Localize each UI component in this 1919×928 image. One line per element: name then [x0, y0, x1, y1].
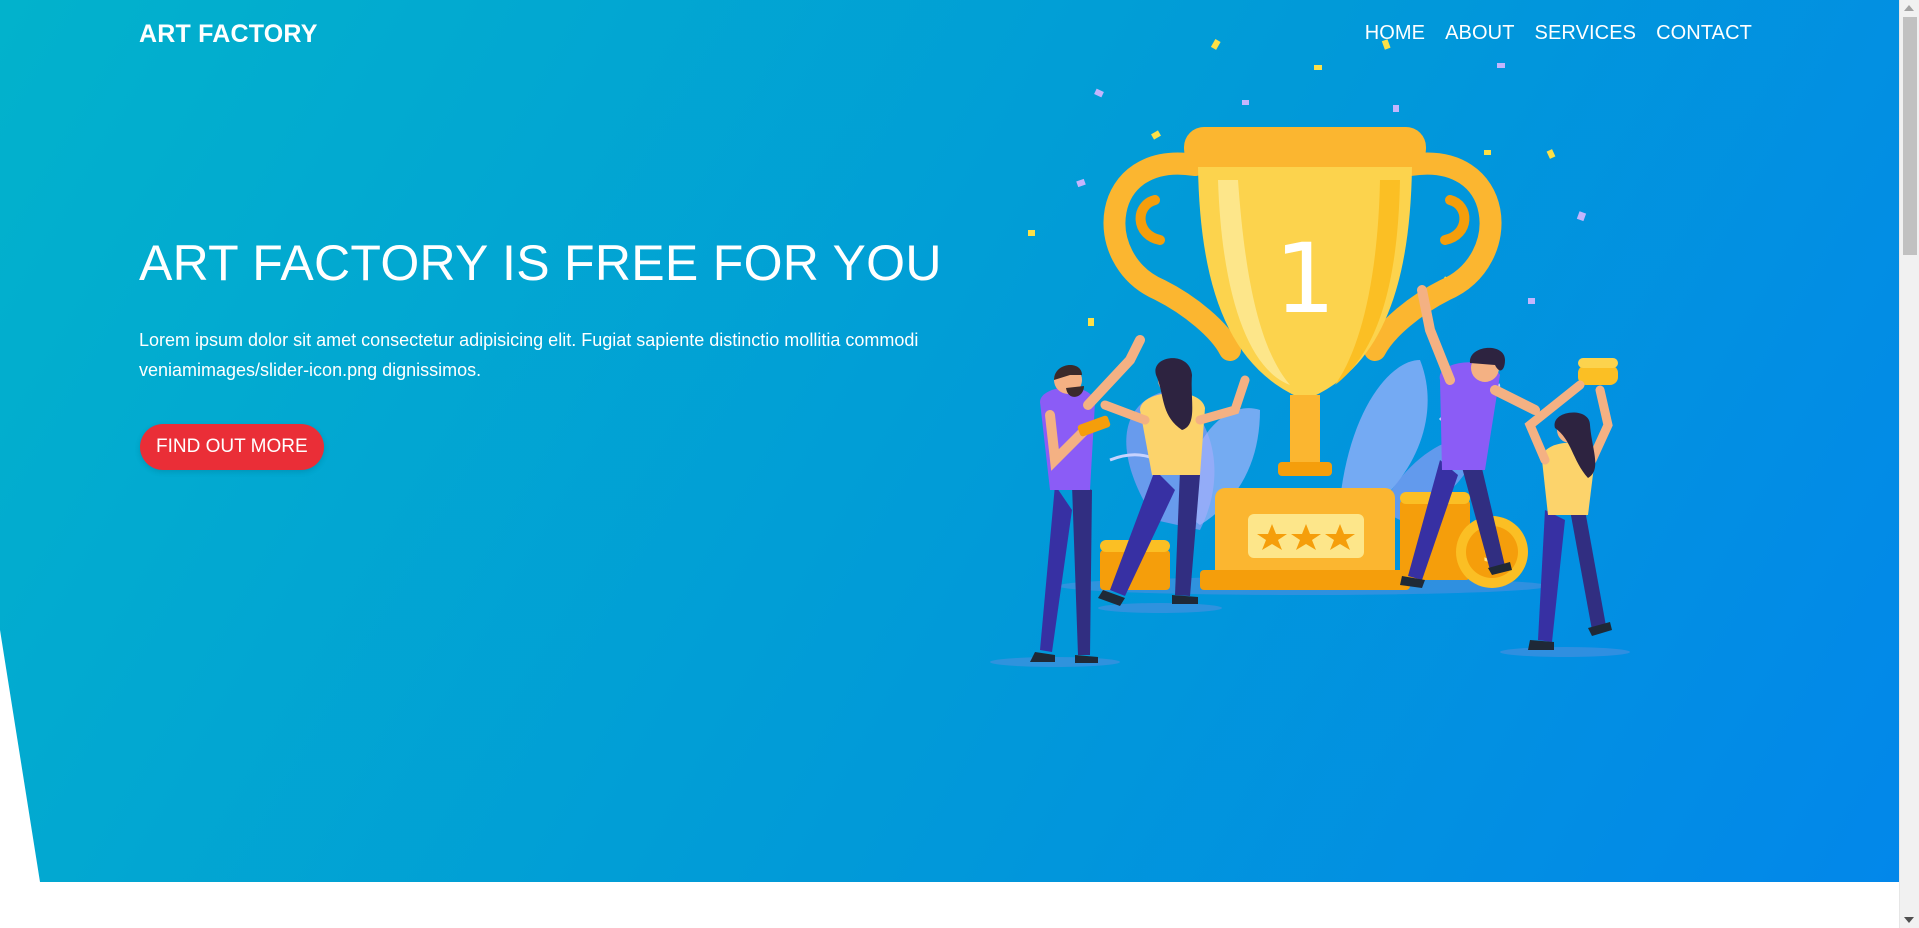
find-out-more-button[interactable]: FIND OUT MORE — [140, 424, 324, 470]
trophy-number: 1 — [1274, 223, 1335, 335]
vertical-scrollbar[interactable] — [1899, 0, 1919, 928]
hero-lead-text: Lorem ipsum dolor sit amet consectetur a… — [139, 330, 919, 380]
hero-headline: ART FACTORY IS FREE FOR YOU — [139, 235, 942, 291]
person-girl-holding-coins-icon — [1524, 380, 1613, 650]
scroll-up-arrow-icon[interactable] — [1904, 5, 1914, 11]
trophy-celebration-illustration: $ 1 — [990, 39, 1630, 667]
person-man-cheering-icon — [1030, 335, 1145, 663]
scroll-down-arrow-icon[interactable] — [1904, 917, 1914, 923]
landing-page: ART FACTORY HOME ABOUT SERVICES CONTACT … — [0, 0, 1919, 928]
brand-logo[interactable]: ART FACTORY — [139, 20, 318, 49]
scrollbar-thumb[interactable] — [1903, 17, 1917, 255]
